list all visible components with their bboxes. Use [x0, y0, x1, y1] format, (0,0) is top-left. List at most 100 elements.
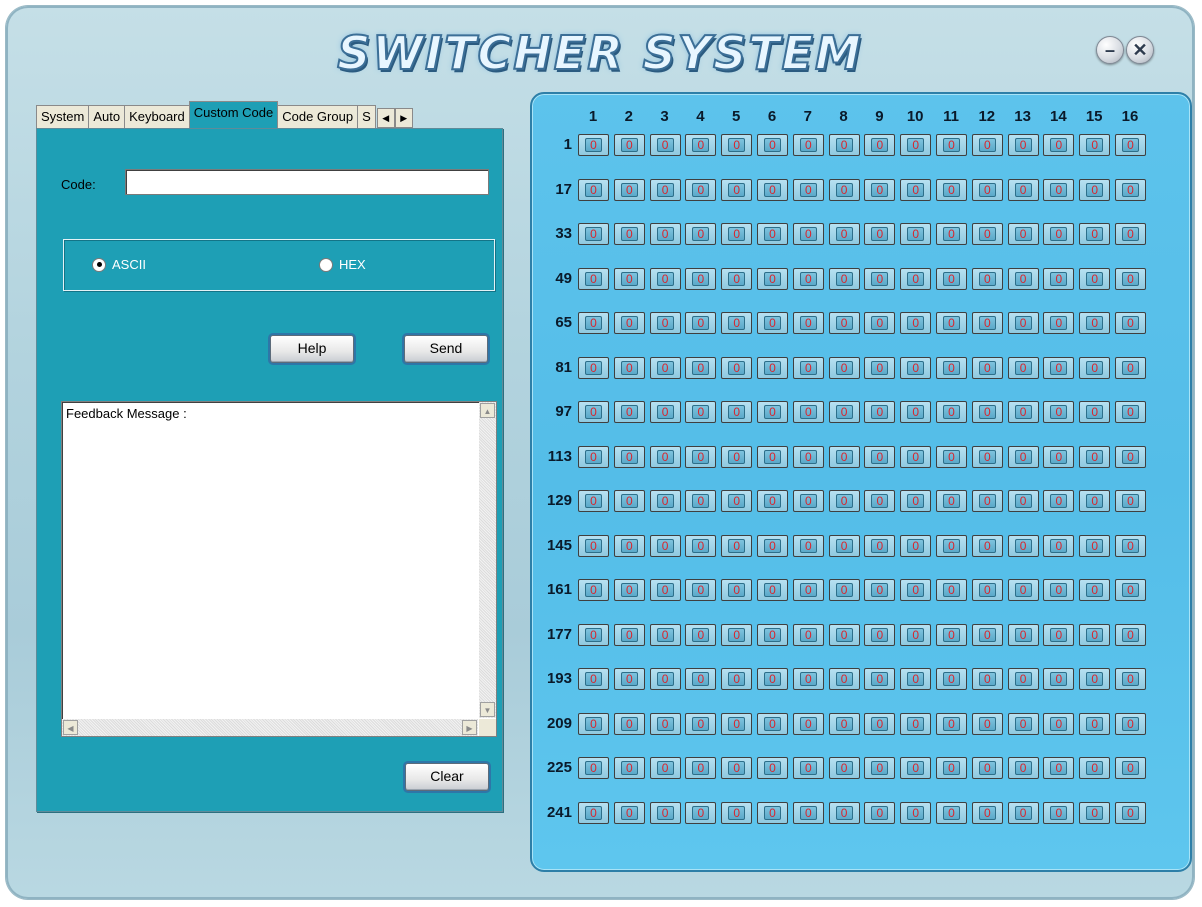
switch-cell[interactable]: 0: [1079, 668, 1111, 690]
switch-cell[interactable]: 0: [900, 712, 932, 735]
switch-cell[interactable]: 0: [1115, 267, 1146, 290]
switch-cell[interactable]: 0: [578, 801, 609, 824]
switch-cell[interactable]: 0: [864, 134, 896, 156]
switch-cell[interactable]: 0: [685, 757, 717, 779]
switch-cell[interactable]: 0: [1043, 757, 1075, 779]
switch-cell[interactable]: 0: [1007, 312, 1039, 334]
switch-cell[interactable]: 0: [613, 623, 645, 646]
switch-cell[interactable]: 0: [1043, 445, 1075, 468]
switch-cell[interactable]: 0: [1007, 401, 1039, 423]
switch-cell[interactable]: 0: [828, 623, 860, 646]
switch-cell[interactable]: 0: [864, 356, 896, 379]
tab-scroll-left-icon[interactable]: ◀: [376, 108, 395, 128]
switch-cell[interactable]: 0: [685, 223, 717, 245]
switch-cell[interactable]: 0: [828, 712, 860, 735]
switch-cell[interactable]: 0: [864, 579, 896, 601]
switch-cell[interactable]: 0: [900, 134, 932, 156]
switch-cell[interactable]: 0: [685, 579, 717, 601]
switch-cell[interactable]: 0: [721, 801, 753, 824]
switch-cell[interactable]: 0: [828, 668, 860, 690]
switch-cell[interactable]: 0: [864, 312, 896, 334]
switch-cell[interactable]: 0: [578, 712, 609, 735]
code-input[interactable]: [125, 169, 489, 195]
switch-cell[interactable]: 0: [936, 623, 967, 646]
scroll-right-icon[interactable]: ▶: [462, 720, 477, 735]
switch-cell[interactable]: 0: [792, 267, 824, 290]
switch-cell[interactable]: 0: [971, 490, 1003, 512]
switch-cell[interactable]: 0: [971, 223, 1003, 245]
switch-cell[interactable]: 0: [1115, 445, 1146, 468]
switch-cell[interactable]: 0: [578, 623, 609, 646]
feedback-box[interactable]: Feedback Message : ▲ ▼ ◀ ▶: [61, 401, 497, 737]
switch-cell[interactable]: 0: [828, 757, 860, 779]
switch-cell[interactable]: 0: [900, 534, 932, 557]
switch-cell[interactable]: 0: [685, 445, 717, 468]
switch-cell[interactable]: 0: [1043, 668, 1075, 690]
switch-cell[interactable]: 0: [757, 445, 788, 468]
switch-cell[interactable]: 0: [1007, 579, 1039, 601]
switch-cell[interactable]: 0: [721, 312, 753, 334]
switch-cell[interactable]: 0: [971, 579, 1003, 601]
switch-cell[interactable]: 0: [757, 801, 788, 824]
switch-cell[interactable]: 0: [971, 623, 1003, 646]
switch-cell[interactable]: 0: [1115, 223, 1146, 245]
switch-cell[interactable]: 0: [757, 267, 788, 290]
switch-cell[interactable]: 0: [900, 401, 932, 423]
switch-cell[interactable]: 0: [828, 445, 860, 468]
switch-cell[interactable]: 0: [971, 178, 1003, 201]
switch-cell[interactable]: 0: [936, 534, 967, 557]
switch-cell[interactable]: 0: [900, 801, 932, 824]
switch-cell[interactable]: 0: [757, 356, 788, 379]
switch-cell[interactable]: 0: [792, 401, 824, 423]
switch-cell[interactable]: 0: [1007, 356, 1039, 379]
switch-cell[interactable]: 0: [792, 445, 824, 468]
switch-cell[interactable]: 0: [578, 490, 609, 512]
switch-cell[interactable]: 0: [971, 757, 1003, 779]
switch-cell[interactable]: 0: [971, 356, 1003, 379]
switch-cell[interactable]: 0: [1079, 267, 1111, 290]
switch-cell[interactable]: 0: [1007, 223, 1039, 245]
switch-cell[interactable]: 0: [1007, 712, 1039, 735]
switch-cell[interactable]: 0: [864, 267, 896, 290]
switch-cell[interactable]: 0: [1043, 712, 1075, 735]
switch-cell[interactable]: 0: [649, 445, 681, 468]
switch-cell[interactable]: 0: [828, 267, 860, 290]
switch-cell[interactable]: 0: [721, 757, 753, 779]
switch-cell[interactable]: 0: [578, 312, 609, 334]
switch-cell[interactable]: 0: [1115, 757, 1146, 779]
tab-scroll-right-icon[interactable]: ▶: [394, 108, 413, 128]
switch-cell[interactable]: 0: [649, 223, 681, 245]
switch-cell[interactable]: 0: [900, 356, 932, 379]
switch-cell[interactable]: 0: [864, 757, 896, 779]
switch-cell[interactable]: 0: [649, 178, 681, 201]
switch-cell[interactable]: 0: [757, 178, 788, 201]
switch-cell[interactable]: 0: [685, 490, 717, 512]
switch-cell[interactable]: 0: [578, 445, 609, 468]
switch-cell[interactable]: 0: [685, 312, 717, 334]
switch-cell[interactable]: 0: [792, 757, 824, 779]
switch-cell[interactable]: 0: [936, 356, 967, 379]
switch-cell[interactable]: 0: [578, 267, 609, 290]
switch-cell[interactable]: 0: [1007, 445, 1039, 468]
scroll-left-icon[interactable]: ◀: [63, 720, 78, 735]
switch-cell[interactable]: 0: [757, 579, 788, 601]
switch-cell[interactable]: 0: [721, 267, 753, 290]
switch-cell[interactable]: 0: [649, 668, 681, 690]
switch-cell[interactable]: 0: [1007, 668, 1039, 690]
switch-cell[interactable]: 0: [936, 712, 967, 735]
switch-cell[interactable]: 0: [864, 801, 896, 824]
switch-cell[interactable]: 0: [757, 623, 788, 646]
switch-cell[interactable]: 0: [649, 267, 681, 290]
switch-cell[interactable]: 0: [613, 579, 645, 601]
switch-cell[interactable]: 0: [1043, 801, 1075, 824]
switch-cell[interactable]: 0: [792, 312, 824, 334]
switch-cell[interactable]: 0: [864, 401, 896, 423]
switch-cell[interactable]: 0: [721, 178, 753, 201]
switch-cell[interactable]: 0: [971, 312, 1003, 334]
switch-cell[interactable]: 0: [1043, 490, 1075, 512]
switch-cell[interactable]: 0: [613, 312, 645, 334]
switch-cell[interactable]: 0: [757, 223, 788, 245]
switch-cell[interactable]: 0: [1115, 712, 1146, 735]
switch-cell[interactable]: 0: [864, 490, 896, 512]
close-button[interactable]: ✕: [1126, 36, 1154, 64]
